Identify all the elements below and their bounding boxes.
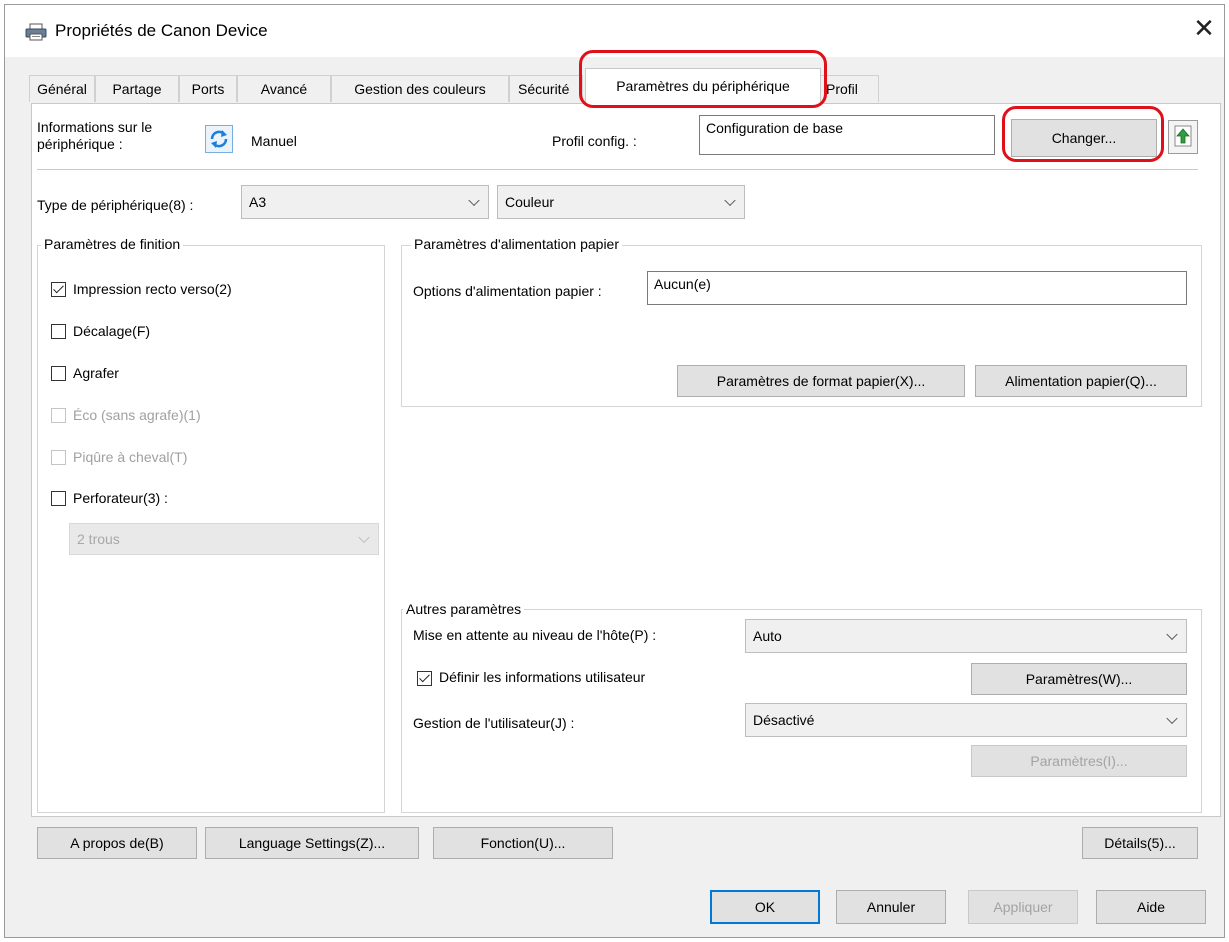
eco-staple-checkbox [51,408,66,423]
tab-security[interactable]: Sécurité [509,75,583,102]
paper-feed-button[interactable]: Alimentation papier(Q)... [975,365,1187,397]
host-spool-label: Mise en attente au niveau de l'hôte(P) : [413,627,657,643]
help-button[interactable]: Aide [1096,890,1206,924]
properties-dialog: Propriétés de Canon Device ✕ Général Par… [4,4,1225,938]
tab-color-management[interactable]: Gestion des couleurs [331,75,509,102]
other-settings-group-title: Autres paramètres [403,601,525,617]
ok-button[interactable]: OK [710,890,820,924]
staple-checkbox[interactable] [51,366,66,381]
printer-icon [25,23,47,41]
punch-label: Perforateur(3) : [73,490,168,506]
tab-highlight-frame [579,50,827,108]
staple-label: Agrafer [73,365,119,381]
user-info-checkbox[interactable] [417,671,432,686]
window-title: Propriétés de Canon Device [55,21,268,40]
duplex-checkbox[interactable] [51,282,66,297]
close-icon[interactable]: ✕ [1189,13,1219,43]
device-info-label: Informations sur le périphérique : [37,119,153,152]
device-color-select[interactable]: Couleur [497,185,745,219]
sync-icon[interactable] [205,125,233,153]
tab-sharing[interactable]: Partage [95,75,179,102]
profile-config-field[interactable]: Configuration de base [699,115,995,155]
saddle-stitch-label: Piqûre à cheval(T) [73,449,188,465]
tab-ports[interactable]: Ports [179,75,237,102]
paper-format-settings-button[interactable]: Paramètres de format papier(X)... [677,365,965,397]
device-type-label: Type de périphérique(8) : [37,197,194,213]
user-management-settings-button: Paramètres(I)... [971,745,1187,777]
function-button[interactable]: Fonction(U)... [433,827,613,859]
user-management-label: Gestion de l'utilisateur(J) : [413,715,575,731]
duplex-label: Impression recto verso(2) [73,281,232,297]
saddle-stitch-checkbox [51,450,66,465]
user-info-label: Définir les informations utilisateur [439,669,646,685]
paper-feed-options-label: Options d'alimentation papier : [413,283,602,299]
offset-label: Décalage(F) [73,323,151,339]
device-format-select[interactable]: A3 [241,185,489,219]
host-spool-select[interactable]: Auto [745,619,1187,653]
change-highlight-frame [1002,106,1164,162]
paper-feed-options-field[interactable]: Aucun(e) [647,271,1187,305]
upload-profile-icon[interactable] [1168,120,1198,154]
finishing-group-title: Paramètres de finition [41,236,184,252]
punch-checkbox[interactable] [51,491,66,506]
paper-feed-group-title: Paramètres d'alimentation papier [411,236,623,252]
language-settings-button[interactable]: Language Settings(Z)... [205,827,419,859]
punch-holes-select: 2 trous [69,523,379,555]
cancel-button[interactable]: Annuler [836,890,946,924]
tab-general[interactable]: Général [29,75,95,102]
apply-button: Appliquer [968,890,1078,924]
user-info-settings-button[interactable]: Paramètres(W)... [971,663,1187,695]
eco-staple-label: Éco (sans agrafe)(1) [73,407,201,423]
user-management-select[interactable]: Désactivé [745,703,1187,737]
header-separator [37,169,1198,170]
about-button[interactable]: A propos de(B) [37,827,197,859]
profile-config-label: Profil config. : [552,133,637,149]
details-button[interactable]: Détails(5)... [1082,827,1198,859]
device-info-mode: Manuel [251,133,297,149]
tab-advanced[interactable]: Avancé [237,75,331,102]
offset-checkbox[interactable] [51,324,66,339]
